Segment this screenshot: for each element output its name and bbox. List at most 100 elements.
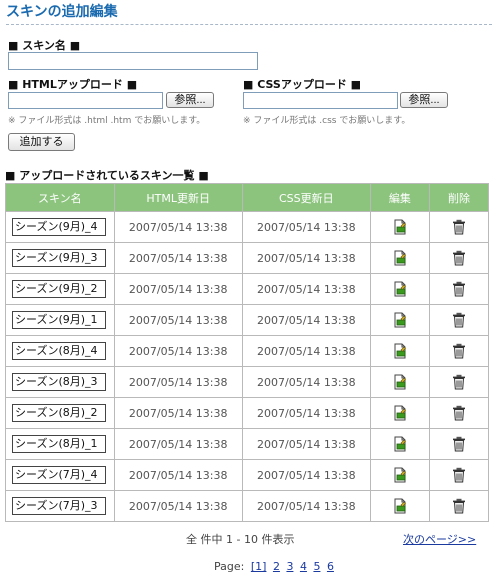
table-row: シーズン(9月)_1 2007/05/14 13:38 2007/05/14 13:… [5,304,490,336]
skin-name-field[interactable]: シーズン(7月)_4 [12,466,106,484]
edit-icon[interactable] [371,436,429,452]
skin-name-cell: シーズン(8月)_1 [5,428,115,460]
edit-cell [369,273,430,305]
skin-name-cell: シーズン(8月)_4 [5,335,115,367]
delete-cell [428,211,490,243]
trash-icon[interactable] [430,343,488,359]
skin-name-cell: シーズン(9月)_3 [5,242,115,274]
edit-icon[interactable] [371,374,429,390]
table-row: シーズン(9月)_3 2007/05/14 13:38 2007/05/14 13:… [5,242,490,274]
col-delete: 削除 [428,183,490,212]
table-row: シーズン(8月)_2 2007/05/14 13:38 2007/05/14 13:… [5,397,490,429]
trash-icon[interactable] [430,467,488,483]
page-link-2[interactable]: 2 [273,560,280,573]
delete-cell [428,397,490,429]
col-edit: 編集 [369,183,430,212]
html-updated-cell: 2007/05/14 13:38 [113,335,243,367]
edit-icon[interactable] [371,343,429,359]
table-row: シーズン(7月)_4 2007/05/14 13:38 2007/05/14 13:… [5,459,490,491]
html-file-input[interactable] [8,92,163,109]
skin-name-cell: シーズン(7月)_3 [5,490,115,522]
skin-name-cell: シーズン(9月)_1 [5,304,115,336]
trash-icon[interactable] [430,250,488,266]
edit-icon[interactable] [371,498,429,514]
html-updated-cell: 2007/05/14 13:38 [113,242,243,274]
skin-name-cell: シーズン(8月)_2 [5,397,115,429]
edit-cell [369,397,430,429]
html-updated-cell: 2007/05/14 13:38 [113,366,243,398]
html-updated-cell: 2007/05/14 13:38 [113,211,243,243]
css-updated-cell: 2007/05/14 13:38 [241,366,371,398]
css-file-input[interactable] [243,92,398,109]
page-link-5[interactable]: 5 [313,560,320,573]
html-updated-cell: 2007/05/14 13:38 [113,397,243,429]
skin-name-field[interactable]: シーズン(7月)_3 [12,497,106,515]
edit-cell [369,366,430,398]
delete-cell [428,335,490,367]
skin-name-cell: シーズン(7月)_4 [5,459,115,491]
edit-icon[interactable] [371,250,429,266]
delete-cell [428,428,490,460]
page-link-1[interactable]: [1] [251,560,267,573]
edit-icon[interactable] [371,312,429,328]
delete-cell [428,242,490,274]
trash-icon[interactable] [430,436,488,452]
skin-name-cell: シーズン(9月)_2 [5,273,115,305]
trash-icon[interactable] [430,498,488,514]
edit-cell [369,459,430,491]
skin-name-input[interactable] [8,52,258,70]
skin-name-field[interactable]: シーズン(8月)_4 [12,342,106,360]
html-updated-cell: 2007/05/14 13:38 [113,428,243,460]
table-header-row: スキン名 HTML更新日 CSS更新日 編集 削除 [5,183,490,212]
css-updated-cell: 2007/05/14 13:38 [241,335,371,367]
skin-name-field[interactable]: シーズン(9月)_3 [12,249,106,267]
skin-name-field[interactable]: シーズン(9月)_2 [12,280,106,298]
css-upload-label: ■ CSSアップロード ■ [243,78,362,91]
table-row: シーズン(7月)_3 2007/05/14 13:38 2007/05/14 13:… [5,490,490,522]
skin-name-field[interactable]: シーズン(9月)_4 [12,218,106,236]
trash-icon[interactable] [430,281,488,297]
html-format-note: ※ ファイル形式は .html .htm でお願いします。 [8,116,206,126]
skin-name-field[interactable]: シーズン(9月)_1 [12,311,106,329]
delete-cell [428,273,490,305]
css-updated-cell: 2007/05/14 13:38 [241,211,371,243]
table-row: シーズン(9月)_2 2007/05/14 13:38 2007/05/14 13:… [5,273,490,305]
skin-name-field[interactable]: シーズン(8月)_3 [12,373,106,391]
trash-icon[interactable] [430,374,488,390]
html-updated-cell: 2007/05/14 13:38 [113,459,243,491]
skin-name-label: ■ スキン名 ■ [8,39,81,52]
edit-icon[interactable] [371,467,429,483]
skin-table: スキン名 HTML更新日 CSS更新日 編集 削除 シーズン(9月)_4 2007… [5,183,490,522]
next-page-link[interactable]: 次のページ>> [403,531,476,547]
page-title: スキンの追加編集 [6,2,492,25]
table-row: シーズン(8月)_4 2007/05/14 13:38 2007/05/14 13:… [5,335,490,367]
col-skin-name: スキン名 [5,183,115,212]
page-link-6[interactable]: 6 [327,560,334,573]
add-button[interactable]: 追加する [8,133,75,151]
table-row: シーズン(9月)_4 2007/05/14 13:38 2007/05/14 13:… [5,211,490,243]
skin-name-field[interactable]: シーズン(8月)_2 [12,404,106,422]
edit-cell [369,304,430,336]
edit-cell [369,335,430,367]
page-link-3[interactable]: 3 [286,560,293,573]
edit-icon[interactable] [371,405,429,421]
edit-cell [369,428,430,460]
edit-icon[interactable] [371,281,429,297]
css-browse-button[interactable]: 参照... [400,92,448,108]
table-row: シーズン(8月)_1 2007/05/14 13:38 2007/05/14 13:… [5,428,490,460]
col-html-updated: HTML更新日 [113,183,243,212]
edit-cell [369,490,430,522]
html-browse-button[interactable]: 参照... [166,92,214,108]
page-link-4[interactable]: 4 [300,560,307,573]
delete-cell [428,366,490,398]
css-format-note: ※ ファイル形式は .css でお願いします。 [243,116,411,126]
trash-icon[interactable] [430,405,488,421]
trash-icon[interactable] [430,312,488,328]
skin-name-field[interactable]: シーズン(8月)_1 [12,435,106,453]
css-updated-cell: 2007/05/14 13:38 [241,428,371,460]
pager-label: Page: [214,560,245,573]
edit-icon[interactable] [371,219,429,235]
trash-icon[interactable] [430,219,488,235]
html-upload-label: ■ HTMLアップロード ■ [8,78,138,91]
css-updated-cell: 2007/05/14 13:38 [241,273,371,305]
